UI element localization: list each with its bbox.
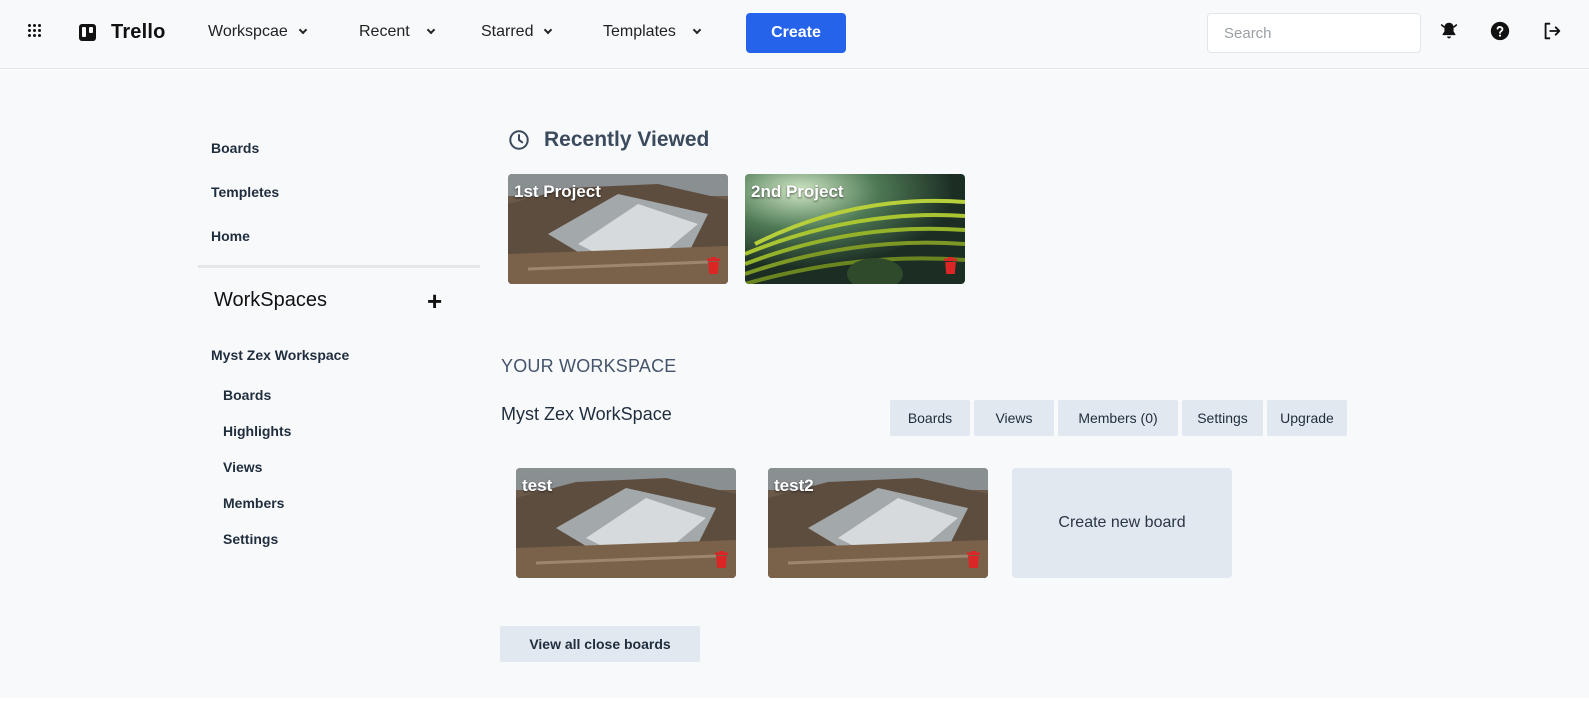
sidebar-divider	[198, 265, 480, 268]
search-input[interactable]	[1207, 13, 1421, 53]
tab-views[interactable]: Views	[974, 400, 1054, 436]
board-title: 2nd Project	[751, 182, 844, 201]
recent-menu[interactable]: Recent	[359, 23, 435, 41]
sidebar-ws-item-settings[interactable]: Settings	[223, 531, 278, 547]
chevron-down-icon	[426, 25, 435, 35]
sidebar-ws-item-highlights[interactable]: Highlights	[223, 423, 291, 439]
sidebar-workspace-name[interactable]: Myst Zex Workspace	[211, 347, 349, 363]
recently-viewed-title: Recently Viewed	[544, 128, 710, 151]
workspace-name: Myst Zex WorkSpace	[501, 404, 672, 424]
trello-logo-icon	[79, 24, 96, 41]
templates-menu[interactable]: Templates	[603, 23, 702, 41]
help-icon[interactable]	[1489, 20, 1511, 42]
apps-grid-icon[interactable]	[28, 24, 42, 38]
workspace-menu-label: Workspcae	[208, 23, 288, 40]
workspace-tabs: Boards Views Members (0) Settings Upgrad…	[890, 400, 1347, 436]
recently-viewed-header: Recently Viewed	[508, 128, 709, 152]
board-card-test[interactable]: test	[516, 468, 736, 578]
sidebar-item-boards[interactable]: Boards	[211, 140, 259, 156]
sidebar-ws-item-members[interactable]: Members	[223, 495, 284, 511]
board-card-test2[interactable]: test2	[768, 468, 988, 578]
trash-icon[interactable]	[944, 257, 957, 274]
tab-members[interactable]: Members (0)	[1058, 400, 1178, 436]
starred-menu-label: Starred	[481, 23, 534, 40]
starred-menu[interactable]: Starred	[481, 23, 553, 41]
add-workspace-button[interactable]: +	[427, 288, 442, 314]
workspace-menu[interactable]: Workspcae	[208, 23, 307, 41]
board-card-1st-project[interactable]: 1st Project	[508, 174, 728, 284]
bell-icon[interactable]	[1438, 20, 1460, 42]
app-logo[interactable]: Trello	[79, 21, 166, 44]
trash-icon[interactable]	[707, 257, 720, 274]
top-navbar: Trello Workspcae Recent Starred Template…	[0, 0, 1589, 69]
create-button[interactable]: Create	[746, 13, 846, 53]
app-name: Trello	[111, 21, 166, 43]
recent-menu-label: Recent	[359, 23, 410, 40]
board-title: 1st Project	[514, 182, 601, 201]
main-background	[0, 70, 1589, 698]
sidebar-ws-item-boards[interactable]: Boards	[223, 387, 271, 403]
create-new-board-button[interactable]: Create new board	[1012, 468, 1232, 578]
board-card-2nd-project[interactable]: 2nd Project	[745, 174, 965, 284]
your-workspace-heading: YOUR WORKSPACE	[501, 356, 677, 376]
sidebar-item-templates[interactable]: Templetes	[211, 184, 279, 200]
chevron-down-icon	[544, 25, 553, 35]
board-title: test	[522, 476, 553, 495]
sidebar-item-home[interactable]: Home	[211, 228, 250, 244]
tab-boards[interactable]: Boards	[890, 400, 970, 436]
chevron-down-icon	[692, 25, 702, 35]
chevron-down-icon	[298, 25, 307, 35]
board-title: test2	[774, 476, 814, 495]
tab-settings[interactable]: Settings	[1182, 400, 1263, 436]
sidebar-ws-item-views[interactable]: Views	[223, 459, 262, 475]
templates-menu-label: Templates	[603, 23, 676, 40]
clock-icon	[509, 130, 529, 150]
trash-icon[interactable]	[715, 551, 728, 568]
tab-upgrade[interactable]: Upgrade	[1267, 400, 1347, 436]
trash-icon[interactable]	[967, 551, 980, 568]
workspaces-heading: WorkSpaces	[214, 289, 328, 311]
logout-icon[interactable]	[1541, 20, 1563, 42]
view-closed-boards-button[interactable]: View all close boards	[500, 626, 700, 662]
